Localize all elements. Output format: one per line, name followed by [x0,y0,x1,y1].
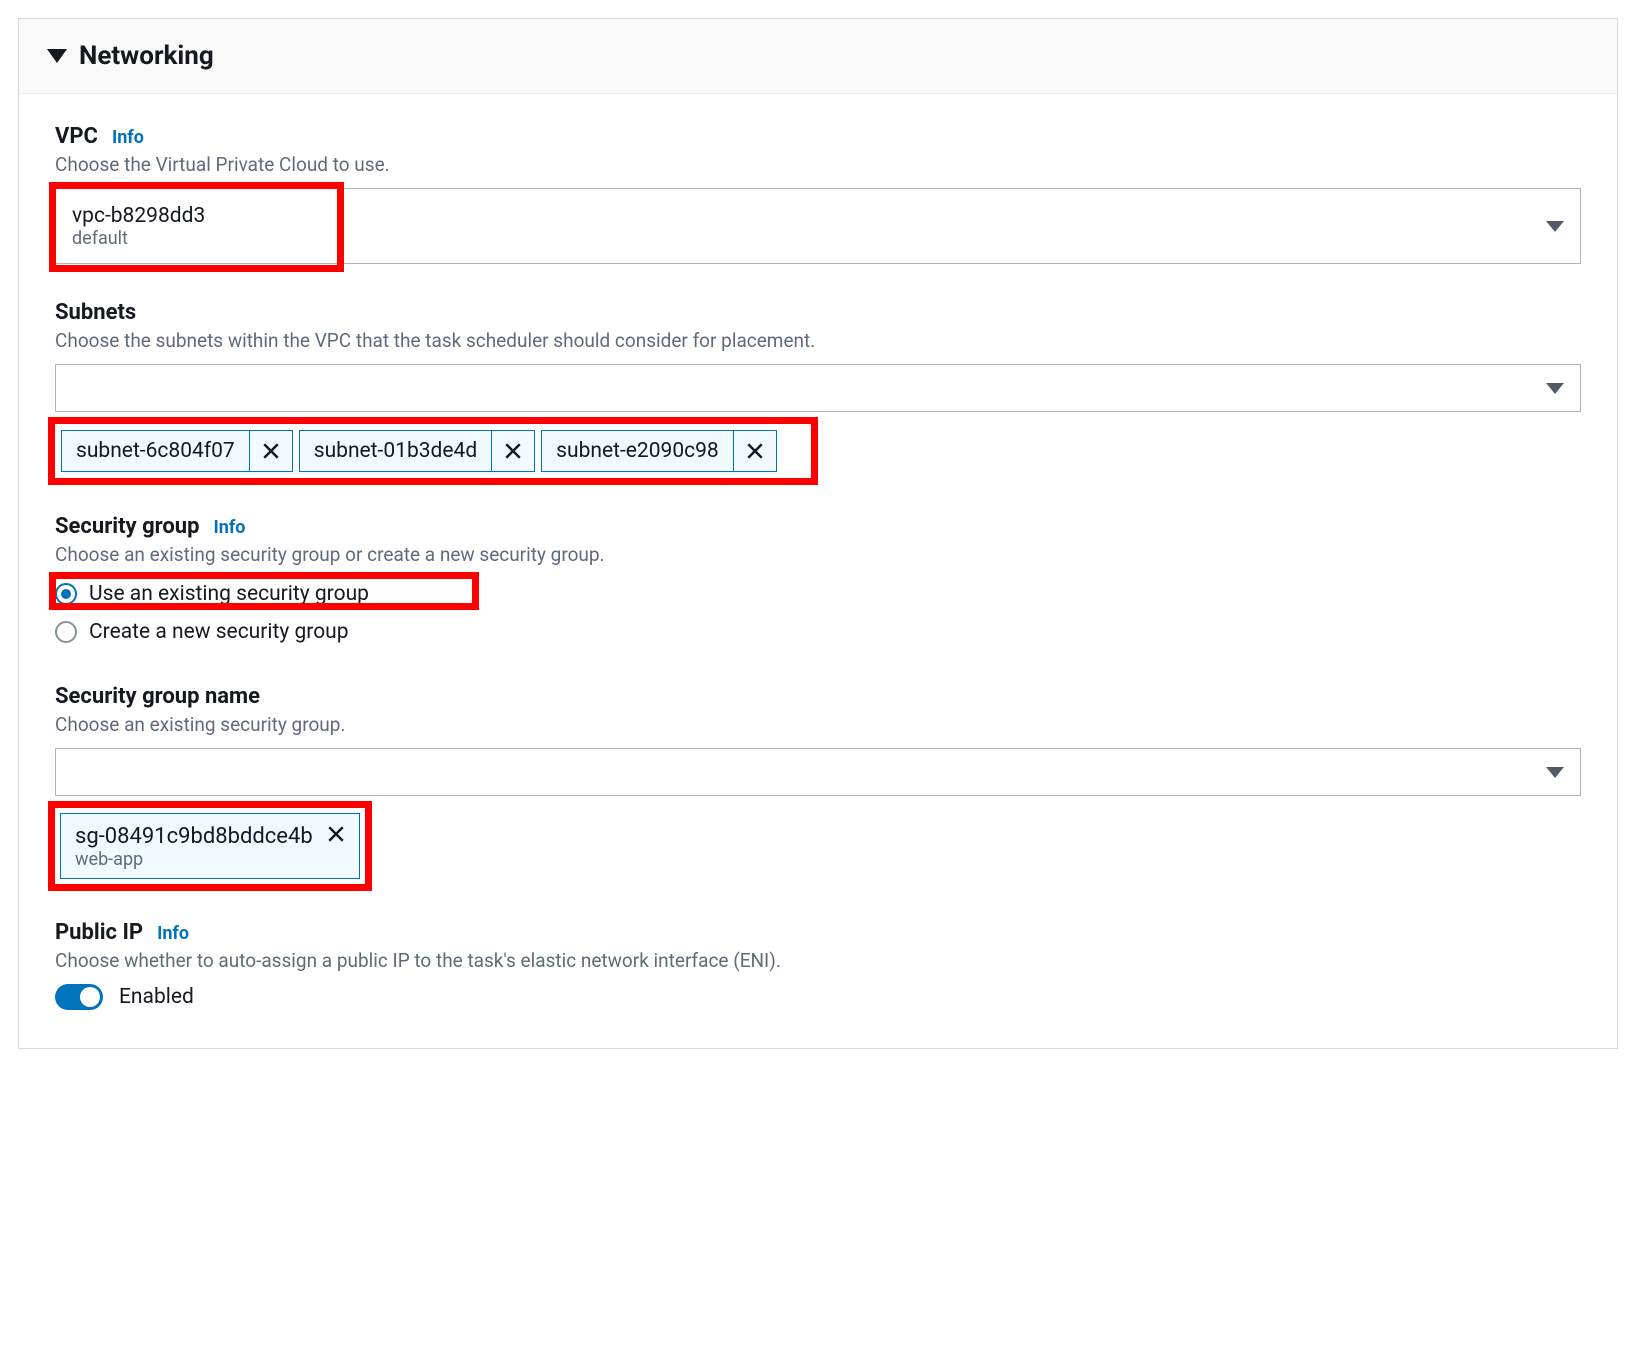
subnets-select[interactable] [55,364,1581,412]
vpc-selected-id: vpc-b8298dd3 [72,204,205,228]
public-ip-label: Public IP [55,920,143,945]
security-group-help: Choose an existing security group or cre… [55,543,1581,566]
vpc-help: Choose the Virtual Private Cloud to use. [55,153,1581,176]
subnet-token: subnet-6c804f07 [61,430,293,472]
caret-down-icon [47,49,67,63]
subnet-token-label: subnet-6c804f07 [61,430,249,472]
networking-panel: Networking VPC Info Choose the Virtual P… [18,18,1618,1049]
vpc-label: VPC [55,124,98,149]
close-icon [504,442,522,460]
security-group-field: Security group Info Choose an existing s… [55,514,1581,648]
remove-subnet-button[interactable] [733,430,777,472]
radio-create-sg-label: Create a new security group [89,620,349,644]
subnet-token-label: subnet-e2090c98 [541,430,733,472]
subnet-token: subnet-01b3de4d [299,430,535,472]
security-group-name-help: Choose an existing security group. [55,713,1581,736]
subnet-token: subnet-e2090c98 [541,430,777,472]
public-ip-field: Public IP Info Choose whether to auto-as… [55,920,1581,1010]
radio-create-sg[interactable]: Create a new security group [55,616,1581,648]
public-ip-toggle[interactable] [55,984,103,1010]
subnet-token-label: subnet-01b3de4d [299,430,491,472]
panel-header[interactable]: Networking [19,19,1617,94]
chevron-down-icon [1546,767,1564,778]
vpc-field: VPC Info Choose the Virtual Private Clou… [55,124,1581,264]
close-icon [262,442,280,460]
security-group-token-id: sg-08491c9bd8bddce4b [75,824,313,849]
radio-icon [55,583,77,605]
vpc-selected-name: default [72,228,205,249]
close-icon [327,825,345,843]
public-ip-status: Enabled [119,985,194,1009]
security-group-name-field: Security group name Choose an existing s… [55,684,1581,884]
vpc-info-link[interactable]: Info [112,127,144,148]
chevron-down-icon [1546,383,1564,394]
security-group-info-link[interactable]: Info [213,517,245,538]
subnets-field: Subnets Choose the subnets within the VP… [55,300,1581,478]
security-group-token: sg-08491c9bd8bddce4b web-app [60,813,360,879]
subnets-label: Subnets [55,300,136,325]
radio-existing-sg[interactable]: Use an existing security group [55,578,1581,610]
subnets-help: Choose the subnets within the VPC that t… [55,329,1581,352]
remove-subnet-button[interactable] [249,430,293,472]
security-group-token-name: web-app [75,849,345,870]
panel-body: VPC Info Choose the Virtual Private Clou… [19,94,1617,1048]
panel-title: Networking [79,41,214,71]
subnet-tokens: subnet-6c804f07 subnet-01b3de4d subnet-e… [55,424,811,478]
security-group-name-label: Security group name [55,684,260,709]
radio-existing-sg-label: Use an existing security group [89,582,369,606]
remove-security-group-button[interactable] [327,825,345,848]
remove-subnet-button[interactable] [491,430,535,472]
public-ip-info-link[interactable]: Info [157,923,189,944]
public-ip-help: Choose whether to auto-assign a public I… [55,949,1581,972]
close-icon [746,442,764,460]
chevron-down-icon [1546,221,1564,232]
vpc-select[interactable]: vpc-b8298dd3 default [55,188,1581,264]
security-group-label: Security group [55,514,199,539]
radio-icon [55,621,77,643]
security-group-name-select[interactable] [55,748,1581,796]
